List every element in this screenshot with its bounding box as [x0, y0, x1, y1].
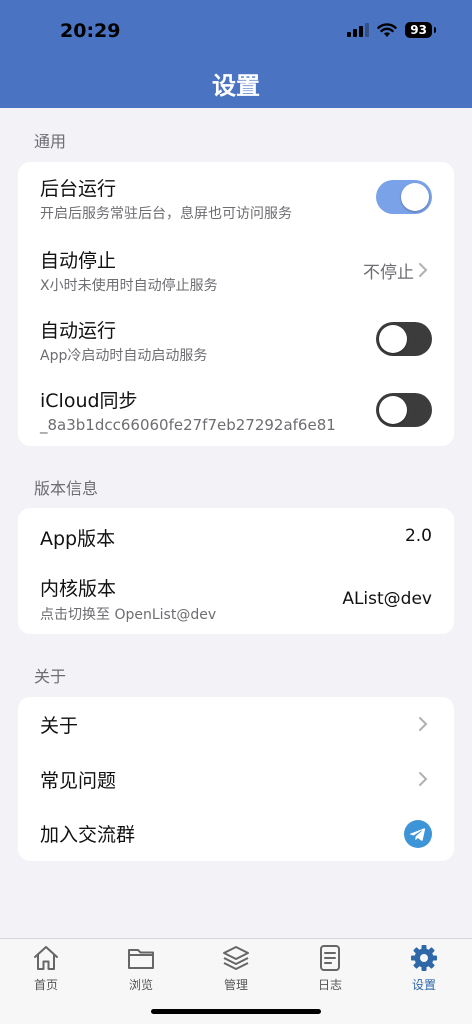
- row-title: 内核版本: [40, 578, 117, 600]
- section-label-version: 版本信息: [34, 479, 99, 498]
- row-title: 自动运行: [40, 320, 117, 342]
- general-card: 后台运行 开启后服务常驻后台，息屏也可访问服务 自动停止 X小时未使用时自动停止…: [18, 162, 454, 446]
- app-version-value: 2.0: [404, 526, 432, 546]
- tab-label: 日志: [317, 978, 342, 992]
- home-indicator: [151, 1009, 321, 1014]
- chevron-right-icon: [419, 772, 428, 786]
- row-title: 自动停止: [40, 250, 117, 272]
- chevron-right-icon: [419, 263, 428, 277]
- tab-logs[interactable]: 日志: [300, 943, 360, 993]
- row-app-version: App版本 2.0: [18, 508, 454, 564]
- tab-settings[interactable]: 设置: [394, 943, 454, 993]
- battery-indicator: 93: [405, 22, 436, 38]
- row-title: 关于: [40, 715, 79, 737]
- row-title: App版本: [40, 528, 116, 550]
- tab-label: 浏览: [128, 978, 153, 992]
- tab-manage[interactable]: 管理: [206, 943, 266, 993]
- status-time: 20:29: [60, 20, 121, 42]
- chevron-right-icon: [419, 717, 428, 731]
- row-title: 后台运行: [40, 178, 117, 200]
- row-title: 加入交流群: [40, 824, 136, 846]
- layers-icon: [223, 946, 249, 970]
- row-subtitle: 点击切换至 OpenList@dev: [40, 607, 217, 623]
- tab-label: 首页: [33, 978, 58, 992]
- row-about[interactable]: 关于: [18, 697, 454, 751]
- section-label-general: 通用: [34, 132, 67, 151]
- row-join-group[interactable]: 加入交流群: [18, 807, 454, 861]
- auto-stop-value: 不停止: [363, 263, 414, 283]
- folder-icon: [128, 949, 154, 969]
- row-auto-run: 自动运行 App冷启动时自动启动服务: [18, 306, 454, 378]
- row-title: iCloud同步: [40, 390, 138, 412]
- icloud-sync-toggle[interactable]: [376, 393, 432, 427]
- row-subtitle: _8a3b1dcc66060fe27f7eb27292af6e81: [40, 416, 336, 434]
- signal-icon: [347, 23, 370, 37]
- row-subtitle: X小时未使用时自动停止服务: [40, 278, 218, 294]
- tab-browse[interactable]: 浏览: [111, 943, 171, 993]
- auto-run-toggle[interactable]: [376, 322, 432, 356]
- wifi-icon: [377, 22, 397, 37]
- gear-icon: [411, 945, 437, 971]
- telegram-icon: [404, 820, 432, 848]
- row-background-run: 后台运行 开启后服务常驻后台，息屏也可访问服务: [18, 162, 454, 234]
- document-icon: [320, 945, 340, 971]
- page-title: 设置: [212, 72, 260, 100]
- row-auto-stop[interactable]: 自动停止 X小时未使用时自动停止服务 不停止: [18, 234, 454, 306]
- section-label-about: 关于: [34, 667, 67, 686]
- about-card: 关于 常见问题 加入交流群: [18, 697, 454, 861]
- core-version-value: AList@dev: [342, 589, 432, 609]
- tab-home[interactable]: 首页: [16, 943, 76, 993]
- version-card: App版本 2.0 内核版本 点击切换至 OpenList@dev AList@…: [18, 508, 454, 634]
- row-faq[interactable]: 常见问题: [18, 751, 454, 807]
- row-title: 常见问题: [40, 770, 117, 792]
- row-core-version[interactable]: 内核版本 点击切换至 OpenList@dev AList@dev: [18, 564, 454, 634]
- status-icons: 93: [347, 22, 436, 38]
- tab-label: 管理: [223, 978, 248, 992]
- header-bar: 20:29 93 设置: [0, 0, 472, 108]
- home-icon: [34, 946, 58, 970]
- background-run-toggle[interactable]: [376, 180, 432, 214]
- row-subtitle: App冷启动时自动启动服务: [40, 348, 208, 364]
- tab-label: 设置: [411, 978, 436, 992]
- row-icloud-sync: iCloud同步 _8a3b1dcc66060fe27f7eb27292af6e…: [18, 376, 454, 446]
- row-subtitle: 开启后服务常驻后台，息屏也可访问服务: [40, 206, 292, 222]
